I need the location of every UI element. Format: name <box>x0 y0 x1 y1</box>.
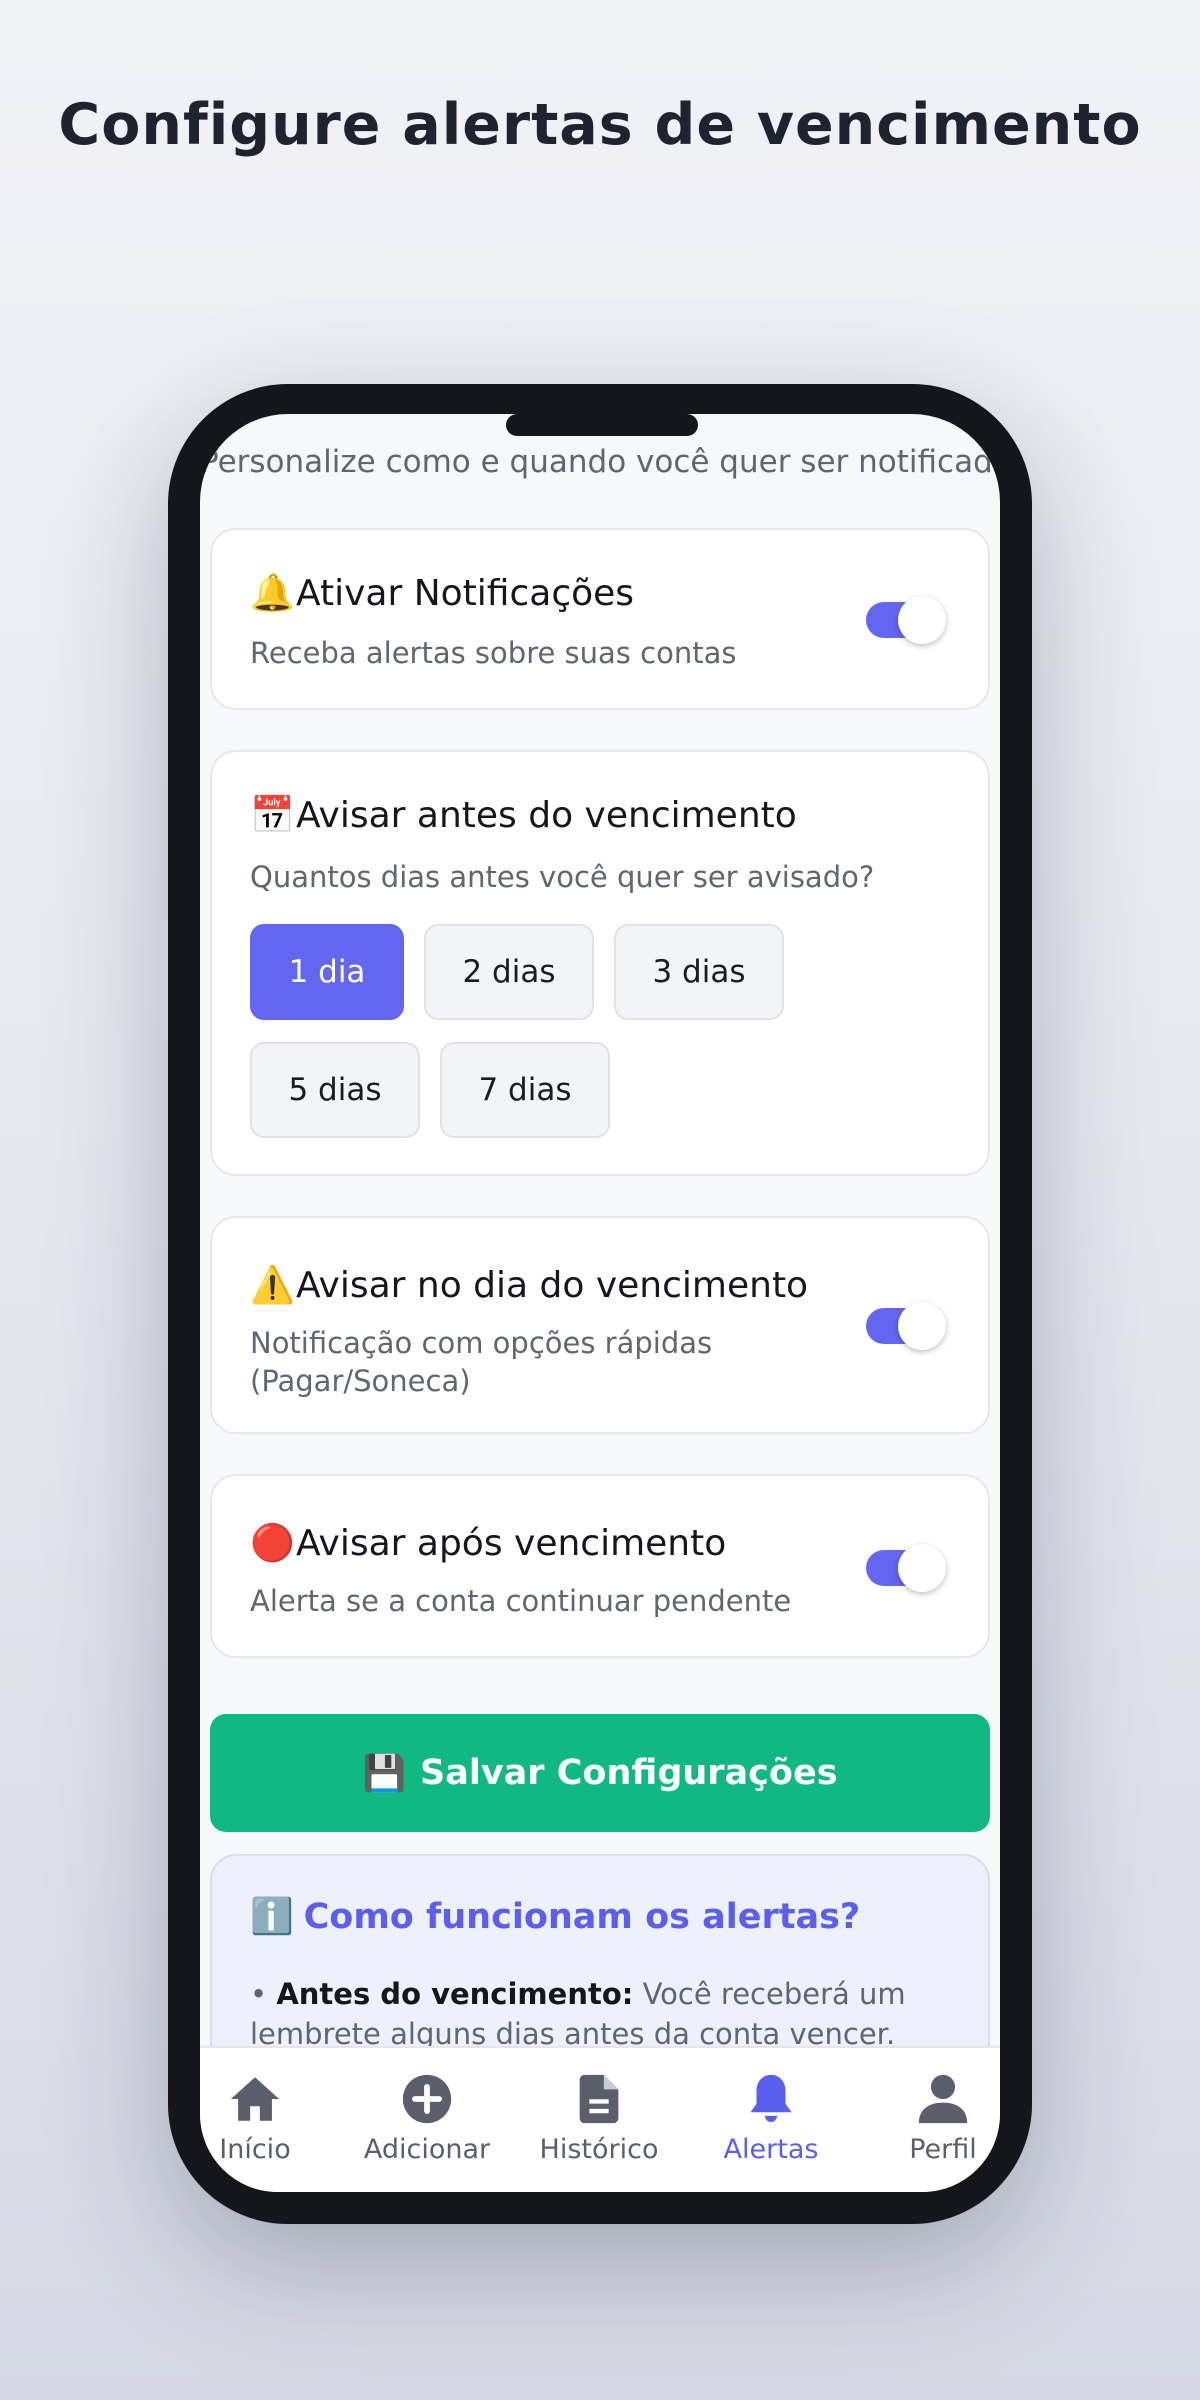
after-due-title: 🔴Avisar após vencimento <box>250 1522 726 1564</box>
day-option-7[interactable]: 7 dias <box>440 1042 610 1138</box>
before-due-card: 📅Avisar antes do vencimento Quantos dias… <box>210 750 990 1176</box>
save-settings-label: Salvar Configurações <box>420 1753 838 1793</box>
app-screen: Personalize como e quando você quer ser … <box>200 414 1000 2192</box>
nav-label-inicio: Início <box>219 2134 291 2165</box>
info-title-text: Como funcionam os alertas? <box>303 1897 861 1937</box>
bell-emoji-icon: 🔔 <box>250 573 295 614</box>
day-option-2[interactable]: 2 dias <box>424 924 594 1020</box>
nav-item-adicionar[interactable]: Adicionar <box>342 2048 512 2192</box>
nav-label-perfil: Perfil <box>909 2134 977 2165</box>
info-item: • Antes do vencimento: Você receberá um … <box>250 1974 950 2054</box>
bell-icon <box>750 2074 792 2122</box>
nav-label-adicionar: Adicionar <box>363 2134 491 2165</box>
save-settings-button[interactable]: 💾 Salvar Configurações <box>210 1714 990 1832</box>
notifications-title: 🔔Ativar Notificações <box>250 572 634 614</box>
notifications-card: 🔔Ativar Notificações Receba alertas sobr… <box>210 528 990 710</box>
on-due-description: Notificação com opções rápidas (Pagar/So… <box>250 1326 713 1398</box>
on-due-title: ⚠️Avisar no dia do vencimento <box>250 1264 808 1306</box>
phone-notch <box>506 414 698 436</box>
nav-label-alertas: Alertas <box>723 2134 819 2165</box>
toggle-knob <box>898 1544 946 1592</box>
hero-title: Configure alertas de vencimento <box>58 92 1142 158</box>
warning-emoji-icon: ⚠️ <box>250 1265 295 1306</box>
day-option-5[interactable]: 5 dias <box>250 1042 420 1138</box>
nav-label-historico: Histórico <box>539 2134 659 2165</box>
info-item-label: Antes do vencimento: <box>276 1977 634 2011</box>
day-option-3[interactable]: 3 dias <box>614 924 784 1020</box>
home-icon <box>230 2077 280 2121</box>
red-circle-emoji-icon: 🔴 <box>250 1523 295 1564</box>
nav-item-alertas[interactable]: Alertas <box>686 2048 856 2192</box>
after-due-title-text: Avisar após vencimento <box>296 1523 727 1564</box>
bottom-nav: Início Adicionar Histórico Alertas Perfi… <box>200 2046 1000 2192</box>
on-due-toggle[interactable] <box>866 1302 946 1350</box>
after-due-description: Alerta se a conta continuar pendente <box>250 1584 792 1618</box>
notifications-description: Receba alertas sobre suas contas <box>250 636 737 670</box>
plus-circle-icon <box>402 2074 452 2124</box>
document-icon <box>579 2074 619 2124</box>
before-due-title: 📅Avisar antes do vencimento <box>250 794 797 836</box>
nav-item-perfil[interactable]: Perfil <box>858 2048 1000 2192</box>
before-due-title-text: Avisar antes do vencimento <box>296 795 797 836</box>
before-due-description: Quantos dias antes você quer ser avisado… <box>250 860 875 894</box>
info-title: ℹ️ Como funcionam os alertas? <box>250 1896 860 1937</box>
after-due-toggle[interactable] <box>866 1544 946 1592</box>
notifications-title-text: Ativar Notificações <box>296 573 635 614</box>
info-icon: ℹ️ <box>250 1897 294 1937</box>
nav-item-inicio[interactable]: Início <box>200 2048 340 2192</box>
phone-frame: Personalize como e quando você quer ser … <box>168 384 1032 2224</box>
on-due-title-text: Avisar no dia do vencimento <box>296 1265 809 1306</box>
user-icon <box>918 2074 968 2124</box>
floppy-disk-icon: 💾 <box>362 1753 407 1794</box>
page-subtitle: Personalize como e quando você quer ser … <box>200 444 1000 480</box>
day-option-1[interactable]: 1 dia <box>250 924 404 1020</box>
bullet: • <box>250 1977 268 2011</box>
calendar-emoji-icon: 📅 <box>250 795 295 836</box>
after-due-card: 🔴Avisar após vencimento Alerta se a cont… <box>210 1474 990 1658</box>
toggle-knob <box>898 1302 946 1350</box>
nav-item-historico[interactable]: Histórico <box>514 2048 684 2192</box>
notifications-toggle[interactable] <box>866 596 946 644</box>
on-due-card: ⚠️Avisar no dia do vencimento Notificaçã… <box>210 1216 990 1434</box>
toggle-knob <box>898 596 946 644</box>
